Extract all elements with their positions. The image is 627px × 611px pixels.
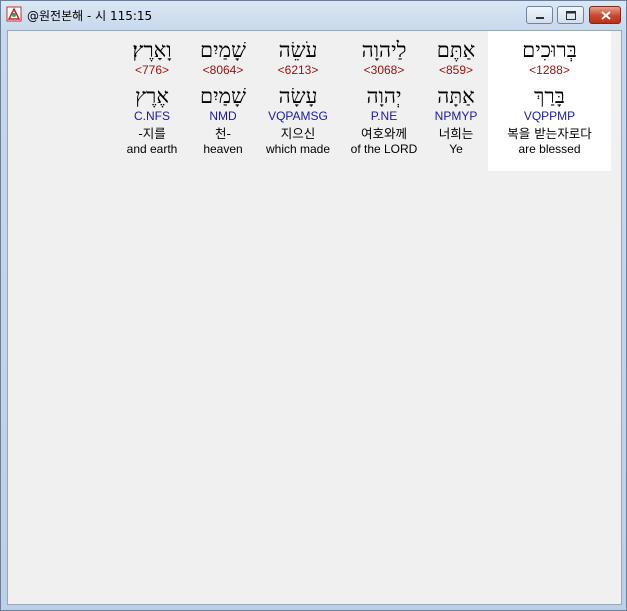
strong-number[interactable]: <859> xyxy=(428,63,484,77)
window-title: @원전본해 - 시 115:15 xyxy=(27,9,153,23)
morph-code: P.NE xyxy=(370,109,398,123)
hebrew-lemma: עָשָׂה xyxy=(278,84,318,108)
english-gloss: of the LORD xyxy=(350,142,418,156)
word-column[interactable]: שָׁמַיִם <8064> שָׁמַיִם NMD 천- heaven xyxy=(194,31,252,171)
word-column[interactable]: עֹשֵׂה <6213> עָשָׂה VQPAMSG 지으신 which m… xyxy=(260,31,336,171)
hebrew-word: שָׁמַיִם xyxy=(200,38,246,62)
word-column[interactable]: לַיהוָה <3068> יְהוָה P.NE 여호와께 of the L… xyxy=(344,31,424,171)
app-window: @원전본해 - 시 115:15 וָאָרֶץ׃ <776> אֶרֶץ C.… xyxy=(0,0,627,611)
maximize-button[interactable] xyxy=(557,6,584,24)
morph-code: C.NFS xyxy=(134,109,170,123)
hebrew-word: עֹשֵׂה xyxy=(278,38,318,62)
hebrew-word: וָאָרֶץ׃ xyxy=(132,38,172,62)
morph-code: VQPPMP xyxy=(523,109,576,123)
minimize-button[interactable] xyxy=(526,6,553,24)
word-column[interactable]: וָאָרֶץ׃ <776> אֶרֶץ C.NFS -지를 and earth xyxy=(114,31,190,171)
korean-gloss: 천- xyxy=(214,126,231,141)
strong-number[interactable]: <8064> xyxy=(194,63,252,77)
hebrew-lemma: שָׁמַיִם xyxy=(200,84,246,108)
hebrew-lemma: יְהוָה xyxy=(366,84,402,108)
hebrew-word: אַתֶּם xyxy=(436,38,476,62)
korean-gloss: 복을 받는자로다 xyxy=(507,126,592,141)
hebrew-word: בְּרוּכִים xyxy=(522,38,577,62)
hebrew-lemma: אֶרֶץ xyxy=(135,84,169,108)
korean-gloss: 너희는 xyxy=(438,126,474,141)
korean-gloss: -지를 xyxy=(138,126,166,141)
word-column-selected[interactable]: בְּרוּכִים <1288> בָּרַךְ VQPPMP 복을 받는자로… xyxy=(488,31,611,171)
morph-code: VQPAMSG xyxy=(268,109,328,123)
english-gloss: heaven xyxy=(203,142,243,156)
close-icon xyxy=(601,11,611,20)
hebrew-lemma: אַתָּה xyxy=(437,84,475,108)
strong-number[interactable]: <6213> xyxy=(260,63,336,77)
app-icon xyxy=(6,6,22,22)
verse-panel: וָאָרֶץ׃ <776> אֶרֶץ C.NFS -지를 and earth… xyxy=(7,30,622,605)
english-gloss: are blessed xyxy=(518,142,581,156)
close-button[interactable] xyxy=(589,6,621,24)
english-gloss: which made xyxy=(265,142,331,156)
strong-number[interactable]: <776> xyxy=(114,63,190,77)
word-column[interactable]: אַתֶּם <859> אַתָּה NPMYP 너희는 Ye xyxy=(428,31,484,171)
korean-gloss: 여호와께 xyxy=(360,126,407,141)
morph-code: NPMYP xyxy=(434,109,478,123)
english-gloss: Ye xyxy=(449,142,463,156)
minimize-icon xyxy=(536,17,544,19)
strong-number[interactable]: <3068> xyxy=(344,63,424,77)
hebrew-lemma: בָּרַךְ xyxy=(534,84,565,108)
maximize-icon xyxy=(566,11,576,20)
morph-code: NMD xyxy=(209,109,237,123)
korean-gloss: 지으신 xyxy=(280,126,316,141)
hebrew-word: לַיהוָה xyxy=(361,38,407,62)
title-bar[interactable]: @원전본해 - 시 115:15 xyxy=(1,1,626,29)
english-gloss: and earth xyxy=(126,142,178,156)
strong-number[interactable]: <1288> xyxy=(488,63,611,77)
